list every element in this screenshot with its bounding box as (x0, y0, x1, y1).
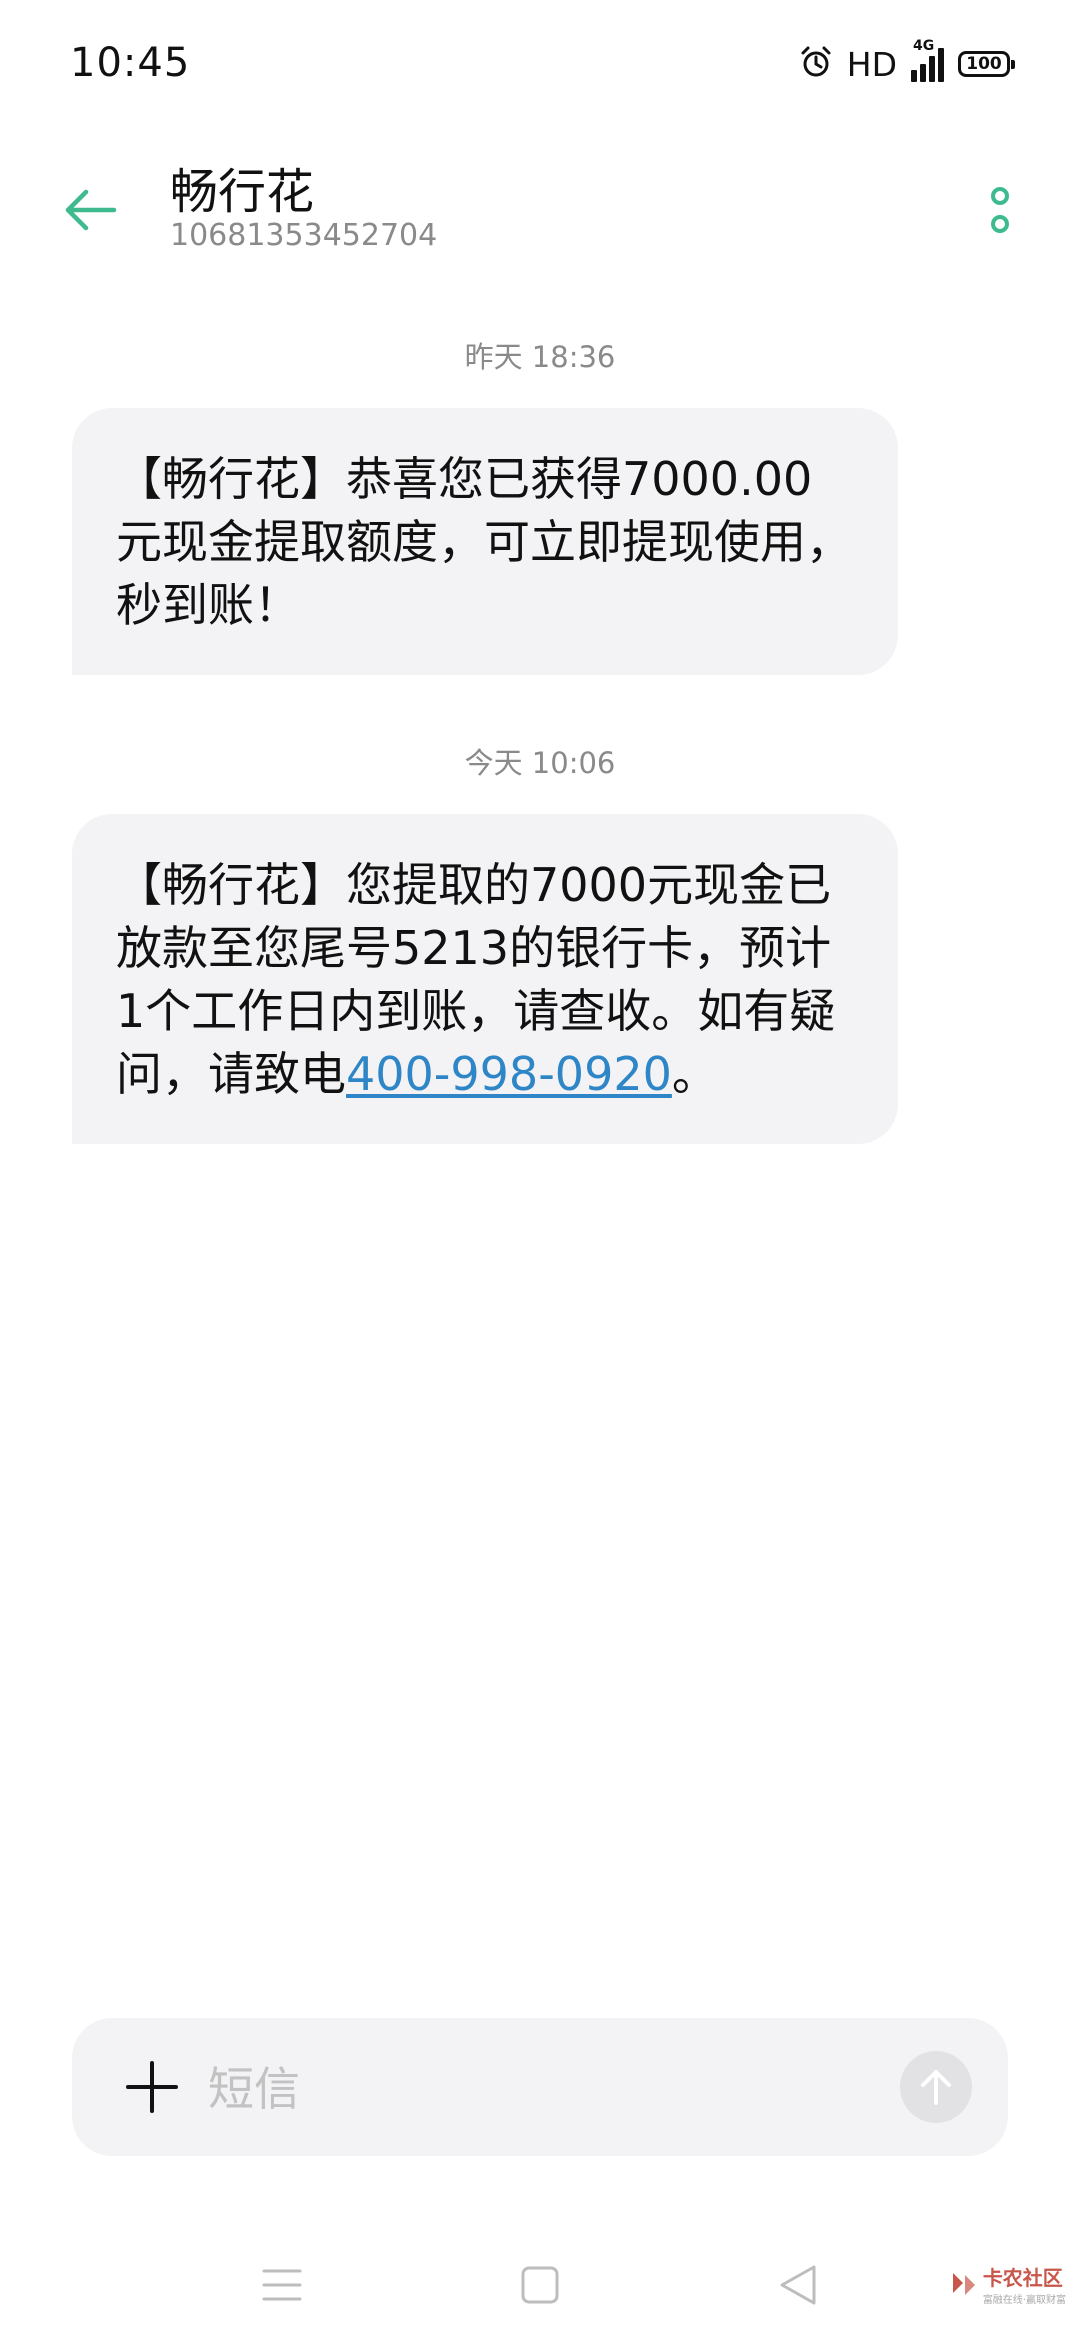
contact-number: 10681353452704 (170, 218, 438, 253)
network-type: 4G (913, 38, 935, 54)
conversation-header: 畅行花 10681353452704 (0, 130, 1080, 280)
arrow-left-icon (65, 189, 117, 231)
hd-indicator: HD (846, 44, 897, 84)
home-square-icon (521, 2266, 559, 2304)
triangle-back-icon (780, 2265, 816, 2305)
contact-name: 畅行花 (170, 164, 315, 220)
status-time: 10:45 (70, 40, 191, 86)
battery-icon: 100 (958, 51, 1015, 77)
watermark: 卡农社区 富融在线·赢取财富 (949, 2262, 1066, 2306)
nav-home-button[interactable] (510, 2255, 570, 2315)
nav-back-button[interactable] (768, 2255, 828, 2315)
message-timestamp: 今天 10:06 (464, 746, 616, 780)
back-button[interactable] (50, 170, 130, 250)
message-timestamp: 昨天 18:36 (464, 340, 616, 374)
sms-input[interactable] (206, 2048, 810, 2130)
plus-icon (126, 2061, 178, 2113)
menu-icon (262, 2269, 302, 2301)
message-text: 【畅行花】恭喜您已获得7000.00元现金提取额度，可立即提现使用，秒到账！ (116, 452, 852, 632)
message-bubble[interactable]: 【畅行花】您提取的7000元现金已放款至您尾号5213的银行卡，预计1个工作日内… (72, 814, 898, 1144)
more-vertical-icon (991, 187, 1009, 233)
message-bubble[interactable]: 【畅行花】恭喜您已获得7000.00元现金提取额度，可立即提现使用，秒到账！ (72, 408, 898, 675)
send-button[interactable] (900, 2051, 972, 2123)
system-nav-bar (0, 2230, 1080, 2340)
message-text-end: 。 (671, 1047, 718, 1101)
watermark-text: 卡农社区 (982, 2266, 1063, 2290)
watermark-subtext: 富融在线·赢取财富 (982, 2295, 1066, 2306)
arrow-up-icon (921, 2070, 951, 2105)
watermark-logo-icon (952, 2273, 975, 2295)
phone-number-link[interactable]: 400-998-0920 (346, 1047, 672, 1101)
status-indicators: HD 4G 100 (799, 38, 1015, 84)
battery-level: 100 (966, 54, 1002, 74)
status-bar: 10:45 HD 4G 100 (0, 0, 1080, 130)
nav-menu-button[interactable] (252, 2255, 312, 2315)
alarm-icon (799, 45, 833, 83)
message-composer (72, 2018, 1008, 2156)
attach-button[interactable] (112, 2047, 192, 2127)
more-options-button[interactable] (970, 170, 1030, 250)
signal-icon: 4G (911, 38, 944, 82)
